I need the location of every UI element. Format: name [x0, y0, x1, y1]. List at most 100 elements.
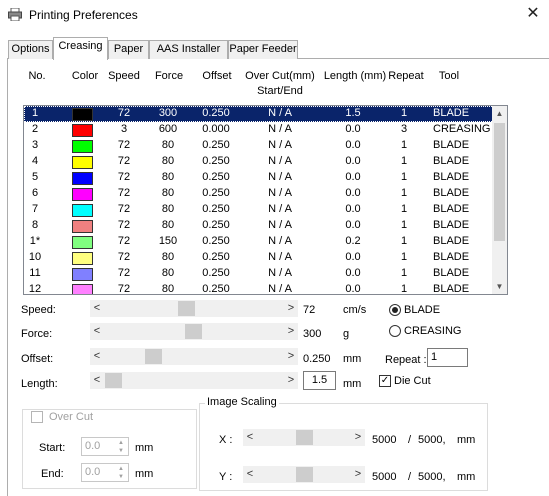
cell-no: 7	[31, 203, 39, 215]
chevron-left-icon[interactable]: <	[90, 372, 104, 389]
cell-length: 0.0	[345, 155, 361, 167]
tab-creasing[interactable]: Creasing	[53, 37, 108, 60]
chevron-left-icon[interactable]: <	[90, 323, 104, 340]
force-slider-thumb[interactable]	[185, 324, 202, 339]
tab-paper[interactable]: Paper	[108, 40, 149, 59]
chevron-right-icon[interactable]: >	[351, 466, 365, 483]
force-value: 300	[303, 328, 322, 340]
repeat-input[interactable]: 1	[427, 348, 468, 367]
table-row[interactable]: 12 72 80 0.250 N / A 0.0 1 BLADE	[24, 282, 494, 295]
overcut-start-input[interactable]: 0.0 ▲ ▼	[81, 437, 129, 456]
length-input[interactable]: 1.5	[303, 371, 336, 390]
chevron-right-icon[interactable]: >	[284, 348, 298, 365]
cell-repeat: 1	[400, 251, 408, 263]
length-slider[interactable]: < >	[90, 372, 298, 389]
die-cut-label[interactable]: Die Cut	[394, 375, 431, 387]
table-row[interactable]: 11 72 80 0.250 N / A 0.0 1 BLADE	[24, 266, 494, 282]
cell-speed: 72	[117, 187, 131, 199]
scale-x-value: 5000	[372, 434, 397, 446]
table-row[interactable]: 1 72 300 0.250 N / A 1.5 1 BLADE	[24, 106, 494, 122]
pen-list[interactable]: 1 72 300 0.250 N / A 1.5 1 BLADE 2 3 600 0.000 N / A…	[23, 105, 508, 295]
scale-y-unit: mm	[457, 471, 476, 483]
offset-slider[interactable]: < >	[90, 348, 298, 365]
cell-force: 80	[161, 187, 175, 199]
color-swatch	[72, 140, 93, 153]
creasing-radio[interactable]	[389, 325, 401, 337]
cell-speed: 72	[117, 219, 131, 231]
blade-label[interactable]: BLADE	[404, 304, 440, 316]
force-unit: g	[343, 328, 350, 340]
cell-repeat: 1	[400, 235, 408, 247]
table-row[interactable]: 6 72 80 0.250 N / A 0.0 1 BLADE	[24, 186, 494, 202]
cell-no: 2	[31, 123, 39, 135]
spin-up-icon[interactable]: ▲	[114, 465, 128, 473]
tab-options[interactable]: Options	[8, 40, 53, 59]
scroll-up-icon[interactable]: ▲	[492, 106, 507, 121]
cell-offset: 0.250	[202, 219, 230, 231]
overcut-end-label: End:	[41, 468, 64, 480]
list-scrollbar[interactable]: ▲ ▼	[492, 106, 507, 294]
spin-down-icon[interactable]: ▼	[114, 447, 128, 455]
spin-up-icon[interactable]: ▲	[114, 439, 128, 447]
table-row[interactable]: 3 72 80 0.250 N / A 0.0 1 BLADE	[24, 138, 494, 154]
speed-slider[interactable]: < >	[90, 300, 298, 317]
table-row[interactable]: 4 72 80 0.250 N / A 0.0 1 BLADE	[24, 154, 494, 170]
cell-repeat: 1	[400, 267, 408, 279]
color-swatch	[72, 236, 93, 249]
cell-overcut: N / A	[268, 123, 292, 135]
chevron-left-icon[interactable]: <	[243, 429, 257, 446]
chevron-right-icon[interactable]: >	[284, 323, 298, 340]
scroll-down-icon[interactable]: ▼	[492, 279, 507, 294]
chevron-left-icon[interactable]: <	[90, 300, 104, 317]
cell-overcut: N / A	[268, 171, 292, 183]
overcut-end-input[interactable]: 0.0 ▲ ▼	[81, 463, 129, 482]
cell-offset: 0.250	[202, 267, 230, 279]
table-row[interactable]: 8 72 80 0.250 N / A 0.0 1 BLADE	[24, 218, 494, 234]
scale-x-slider-thumb[interactable]	[296, 430, 313, 445]
table-row[interactable]: 10 72 80 0.250 N / A 0.0 1 BLADE	[24, 250, 494, 266]
table-row[interactable]: 7 72 80 0.250 N / A 0.0 1 BLADE	[24, 202, 494, 218]
offset-slider-thumb[interactable]	[145, 349, 162, 364]
cell-force: 80	[161, 155, 175, 167]
chevron-right-icon[interactable]: >	[284, 372, 298, 389]
close-button[interactable]: ✕	[520, 3, 546, 25]
chevron-right-icon[interactable]: >	[351, 429, 365, 446]
cell-force: 80	[161, 283, 175, 295]
cell-length: 0.0	[345, 187, 361, 199]
overcut-checkbox[interactable]	[31, 411, 43, 423]
cell-no: 6	[31, 187, 39, 199]
tab-paper-feeder[interactable]: Paper Feeder	[228, 40, 298, 59]
cell-repeat: 1	[400, 139, 408, 151]
scroll-thumb[interactable]	[494, 123, 505, 241]
force-slider[interactable]: < >	[90, 323, 298, 340]
chevron-left-icon[interactable]: <	[90, 348, 104, 365]
header-overcut-startend: Start/End	[257, 85, 303, 97]
header-force: Force	[154, 70, 184, 82]
scale-y-slider-thumb[interactable]	[296, 467, 313, 482]
blade-radio[interactable]	[389, 304, 401, 316]
chevron-left-icon[interactable]: <	[243, 466, 257, 483]
scale-y-value: 5000	[372, 471, 397, 483]
scale-x-unit: mm	[457, 434, 476, 446]
length-slider-thumb[interactable]	[105, 373, 122, 388]
creasing-label[interactable]: CREASING	[404, 325, 461, 337]
cell-repeat: 1	[400, 283, 408, 295]
cell-overcut: N / A	[268, 267, 292, 279]
header-overcut: Over Cut(mm)	[245, 70, 315, 82]
table-row[interactable]: 1* 72 150 0.250 N / A 0.2 1 BLADE	[24, 234, 494, 250]
cell-offset: 0.250	[202, 139, 230, 151]
speed-slider-thumb[interactable]	[178, 301, 195, 316]
cell-no: 11	[29, 267, 41, 279]
table-row[interactable]: 5 72 80 0.250 N / A 0.0 1 BLADE	[24, 170, 494, 186]
scale-x-label: X :	[219, 434, 233, 446]
table-row[interactable]: 2 3 600 0.000 N / A 0.0 3 CREASING	[24, 122, 494, 138]
scale-y-slider[interactable]: < >	[243, 466, 365, 483]
chevron-right-icon[interactable]: >	[284, 300, 298, 317]
scale-x-slider[interactable]: < >	[243, 429, 365, 446]
length-unit: mm	[343, 378, 362, 390]
overcut-label: Over Cut	[47, 411, 96, 423]
tab-aas-installer[interactable]: AAS Installer	[149, 40, 228, 59]
spin-down-icon[interactable]: ▼	[114, 473, 128, 481]
color-swatch	[72, 156, 93, 169]
die-cut-checkbox[interactable]: ✓	[379, 375, 391, 387]
